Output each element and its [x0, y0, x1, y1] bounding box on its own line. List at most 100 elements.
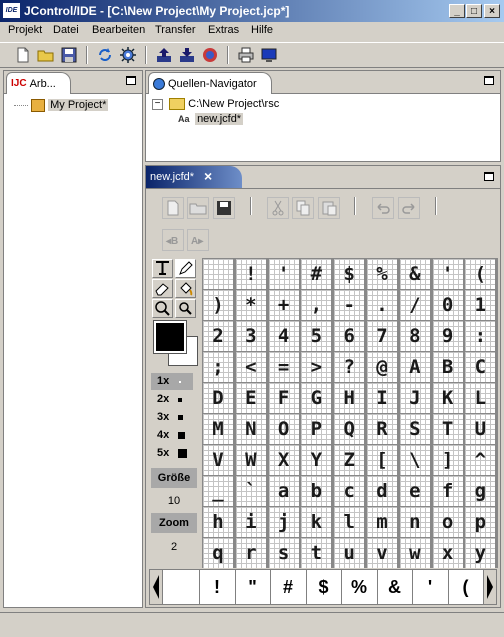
glyph-cell[interactable]: l	[334, 507, 365, 537]
size-5x-option[interactable]: 5x	[151, 445, 193, 462]
tree-file-new-jcfd[interactable]: Aa new.jcfd*	[178, 113, 279, 126]
new-glyph-icon[interactable]	[162, 197, 184, 219]
redo-icon[interactable]	[398, 197, 420, 219]
minimize-button[interactable]: _	[449, 4, 465, 18]
glyph-left-icon[interactable]: ◂B	[162, 229, 184, 251]
glyph-cell[interactable]: )	[203, 290, 233, 320]
glyph-cell[interactable]: k	[301, 507, 332, 537]
tree-item-my-project[interactable]: My Project*	[48, 99, 109, 112]
glyph-cell[interactable]: g	[465, 476, 496, 506]
menu-datei[interactable]: Datei	[53, 24, 79, 36]
glyph-cell[interactable]: '	[432, 259, 463, 289]
glyph-cell[interactable]: 6	[334, 321, 365, 351]
glyph-cell[interactable]: _	[203, 476, 233, 506]
glyph-cell[interactable]: W	[235, 445, 266, 475]
glyph-cell[interactable]: t	[301, 538, 332, 568]
glyph-cell[interactable]: H	[334, 383, 365, 413]
glyph-cell[interactable]: 1	[465, 290, 496, 320]
glyph-cell[interactable]: D	[203, 383, 233, 413]
glyph-cell[interactable]: (	[465, 259, 496, 289]
glyph-cell[interactable]: ^	[465, 445, 496, 475]
glyph-cell[interactable]: =	[268, 352, 299, 382]
maximize-editor-icon[interactable]	[484, 172, 494, 181]
fill-tool-icon[interactable]	[175, 279, 196, 298]
strip-char[interactable]	[164, 570, 200, 604]
text-tool-icon[interactable]	[152, 259, 173, 278]
glyph-cell[interactable]: -	[334, 290, 365, 320]
glyph-cell[interactable]: J	[399, 383, 430, 413]
menu-transfer[interactable]: Transfer	[155, 24, 196, 36]
strip-char[interactable]: !	[200, 570, 236, 604]
glyph-cell[interactable]: M	[203, 414, 233, 444]
glyph-cell[interactable]: ,	[301, 290, 332, 320]
glyph-cell[interactable]: u	[334, 538, 365, 568]
glyph-cell[interactable]: %	[367, 259, 397, 289]
glyph-cell[interactable]	[203, 259, 233, 289]
paste-icon[interactable]	[318, 197, 340, 219]
size-2x-option[interactable]: 2x	[151, 391, 193, 408]
editor-tab[interactable]: new.jcfd* ×	[146, 166, 242, 188]
glyph-cell[interactable]: B	[432, 352, 463, 382]
glyph-cell[interactable]: o	[432, 507, 463, 537]
new-file-icon[interactable]	[14, 46, 32, 64]
simulate-icon[interactable]	[201, 46, 219, 64]
glyph-cell[interactable]: U	[465, 414, 496, 444]
upload-icon[interactable]	[155, 46, 173, 64]
glyph-cell[interactable]: Q	[334, 414, 365, 444]
glyph-cell[interactable]: X	[268, 445, 299, 475]
glyph-cell[interactable]: L	[465, 383, 496, 413]
save-icon[interactable]	[60, 46, 78, 64]
glyph-cell[interactable]: y	[465, 538, 496, 568]
glyph-cell[interactable]: P	[301, 414, 332, 444]
glyph-cell[interactable]: r	[235, 538, 266, 568]
glyph-cell[interactable]: S	[399, 414, 430, 444]
glyph-cell[interactable]: \	[399, 445, 430, 475]
glyph-cell[interactable]: x	[432, 538, 463, 568]
glyph-cell[interactable]: v	[367, 538, 397, 568]
glyph-cell[interactable]: ]	[432, 445, 463, 475]
pencil-tool-icon[interactable]	[175, 259, 196, 278]
copy-icon[interactable]	[292, 197, 314, 219]
glyph-cell[interactable]: C	[465, 352, 496, 382]
close-button[interactable]: ×	[484, 4, 500, 18]
glyph-cell[interactable]: ?	[334, 352, 365, 382]
glyph-cell[interactable]: <	[235, 352, 266, 382]
glyph-cell[interactable]: f	[432, 476, 463, 506]
strip-char[interactable]: #	[271, 570, 307, 604]
glyph-cell[interactable]: Y	[301, 445, 332, 475]
workspace-tab[interactable]: IJC Arb...	[6, 72, 71, 94]
menu-extras[interactable]: Extras	[208, 24, 239, 36]
glyph-cell[interactable]: ;	[203, 352, 233, 382]
glyph-cell[interactable]: #	[301, 259, 332, 289]
refresh-icon[interactable]	[96, 46, 114, 64]
glyph-cell[interactable]: d	[367, 476, 397, 506]
eraser-tool-icon[interactable]	[152, 279, 173, 298]
menu-bearbeiten[interactable]: Bearbeiten	[92, 24, 145, 36]
glyph-cell[interactable]: h	[203, 507, 233, 537]
glyph-cell[interactable]: '	[268, 259, 299, 289]
glyph-cell[interactable]: n	[399, 507, 430, 537]
glyph-cell[interactable]: G	[301, 383, 332, 413]
strip-char[interactable]: %	[342, 570, 378, 604]
glyph-cell[interactable]: &	[399, 259, 430, 289]
glyph-cell[interactable]: q	[203, 538, 233, 568]
strip-char[interactable]: (	[448, 570, 484, 604]
strip-char[interactable]: '	[413, 570, 449, 604]
cut-icon[interactable]	[267, 197, 289, 219]
maximize-button[interactable]: □	[466, 4, 482, 18]
glyph-cell[interactable]: /	[399, 290, 430, 320]
size-3x-option[interactable]: 3x	[151, 409, 193, 426]
open-folder-icon[interactable]	[37, 46, 55, 64]
save-glyph-icon[interactable]	[213, 197, 235, 219]
monitor-icon[interactable]	[260, 46, 278, 64]
glyph-cell[interactable]: 9	[432, 321, 463, 351]
glyph-right-icon[interactable]: A▸	[187, 229, 209, 251]
download-icon[interactable]	[178, 46, 196, 64]
zoom-value[interactable]: 2	[151, 537, 197, 557]
open-glyph-icon[interactable]	[187, 197, 209, 219]
menu-hilfe[interactable]: Hilfe	[251, 24, 273, 36]
strip-char[interactable]: "	[235, 570, 271, 604]
glyph-cell[interactable]: 0	[432, 290, 463, 320]
glyph-cell[interactable]: s	[268, 538, 299, 568]
glyph-cell[interactable]: 8	[399, 321, 430, 351]
